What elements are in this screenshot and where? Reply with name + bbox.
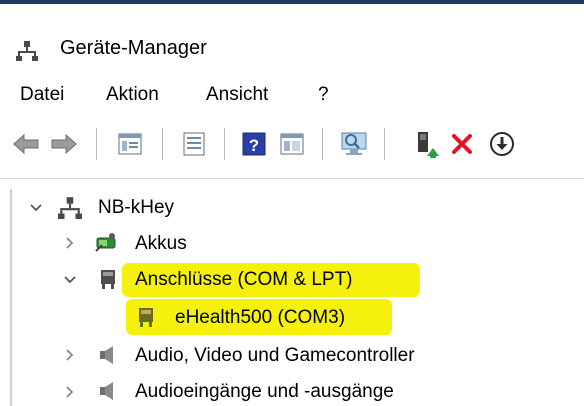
tree-item-label[interactable]: Akkus <box>135 233 187 255</box>
uninstall-button[interactable] <box>446 128 478 160</box>
speaker-icon <box>100 346 113 364</box>
forward-icon <box>51 134 77 154</box>
menu-datei[interactable]: Datei <box>20 84 64 106</box>
chevron-right-icon[interactable] <box>62 347 78 363</box>
toolbar-separator <box>224 128 225 160</box>
properties-icon <box>118 133 142 155</box>
tree-item-label[interactable]: Anschlüsse (COM & LPT) <box>135 269 353 291</box>
forward-button[interactable] <box>48 128 80 160</box>
tree-left-border <box>10 189 12 406</box>
menu-help[interactable]: ? <box>318 84 329 106</box>
speaker-icon <box>100 382 113 400</box>
chevron-right-icon[interactable] <box>62 235 78 251</box>
download-icon <box>490 132 514 156</box>
chevron-down-icon[interactable] <box>28 200 44 216</box>
computer-network-icon <box>58 197 82 219</box>
tree-root-label[interactable]: NB-kHey <box>98 197 174 219</box>
help-button[interactable]: ? <box>238 128 270 160</box>
details-view-button[interactable] <box>276 128 308 160</box>
svg-text:?: ? <box>249 136 259 155</box>
menu-aktion[interactable]: Aktion <box>106 84 159 106</box>
toolbar: ? <box>0 118 584 170</box>
toolbar-separator <box>322 128 323 160</box>
back-button[interactable] <box>10 128 42 160</box>
details-view-icon <box>280 133 304 155</box>
help-icon: ? <box>242 132 266 156</box>
chevron-right-icon[interactable] <box>62 384 78 400</box>
toolbar-separator <box>162 128 163 160</box>
title-bar: Geräte-Manager <box>0 4 584 78</box>
device-tree: NB-kHey Akkus Anschlüsse (COM & LPT) eHe… <box>0 178 584 406</box>
properties-button[interactable] <box>114 128 146 160</box>
back-icon <box>13 134 39 154</box>
toolbar-separator <box>96 128 97 160</box>
tree-item-label[interactable]: Audioeingänge und -ausgänge <box>135 381 394 403</box>
port-icon <box>139 308 153 327</box>
battery-icon <box>95 233 116 252</box>
update-driver-icon <box>418 132 439 158</box>
tree-item-label[interactable]: Audio, Video und Gamecontroller <box>135 345 415 367</box>
port-icon <box>101 270 115 289</box>
scan-hardware-icon <box>341 132 367 155</box>
scan-hardware-button[interactable] <box>338 128 370 160</box>
list-view-icon <box>183 132 205 156</box>
window-title: Geräte-Manager <box>60 37 207 59</box>
device-manager-icon <box>16 41 38 61</box>
download-button[interactable] <box>486 128 518 160</box>
chevron-down-icon[interactable] <box>62 272 78 288</box>
toolbar-separator <box>384 128 385 160</box>
list-view-button[interactable] <box>178 128 210 160</box>
update-driver-button[interactable] <box>410 128 442 160</box>
menu-bar: Datei Aktion Ansicht ? <box>0 78 584 114</box>
delete-icon <box>452 134 472 154</box>
menu-ansicht[interactable]: Ansicht <box>206 84 268 106</box>
tree-child-label[interactable]: eHealth500 (COM3) <box>175 307 345 329</box>
